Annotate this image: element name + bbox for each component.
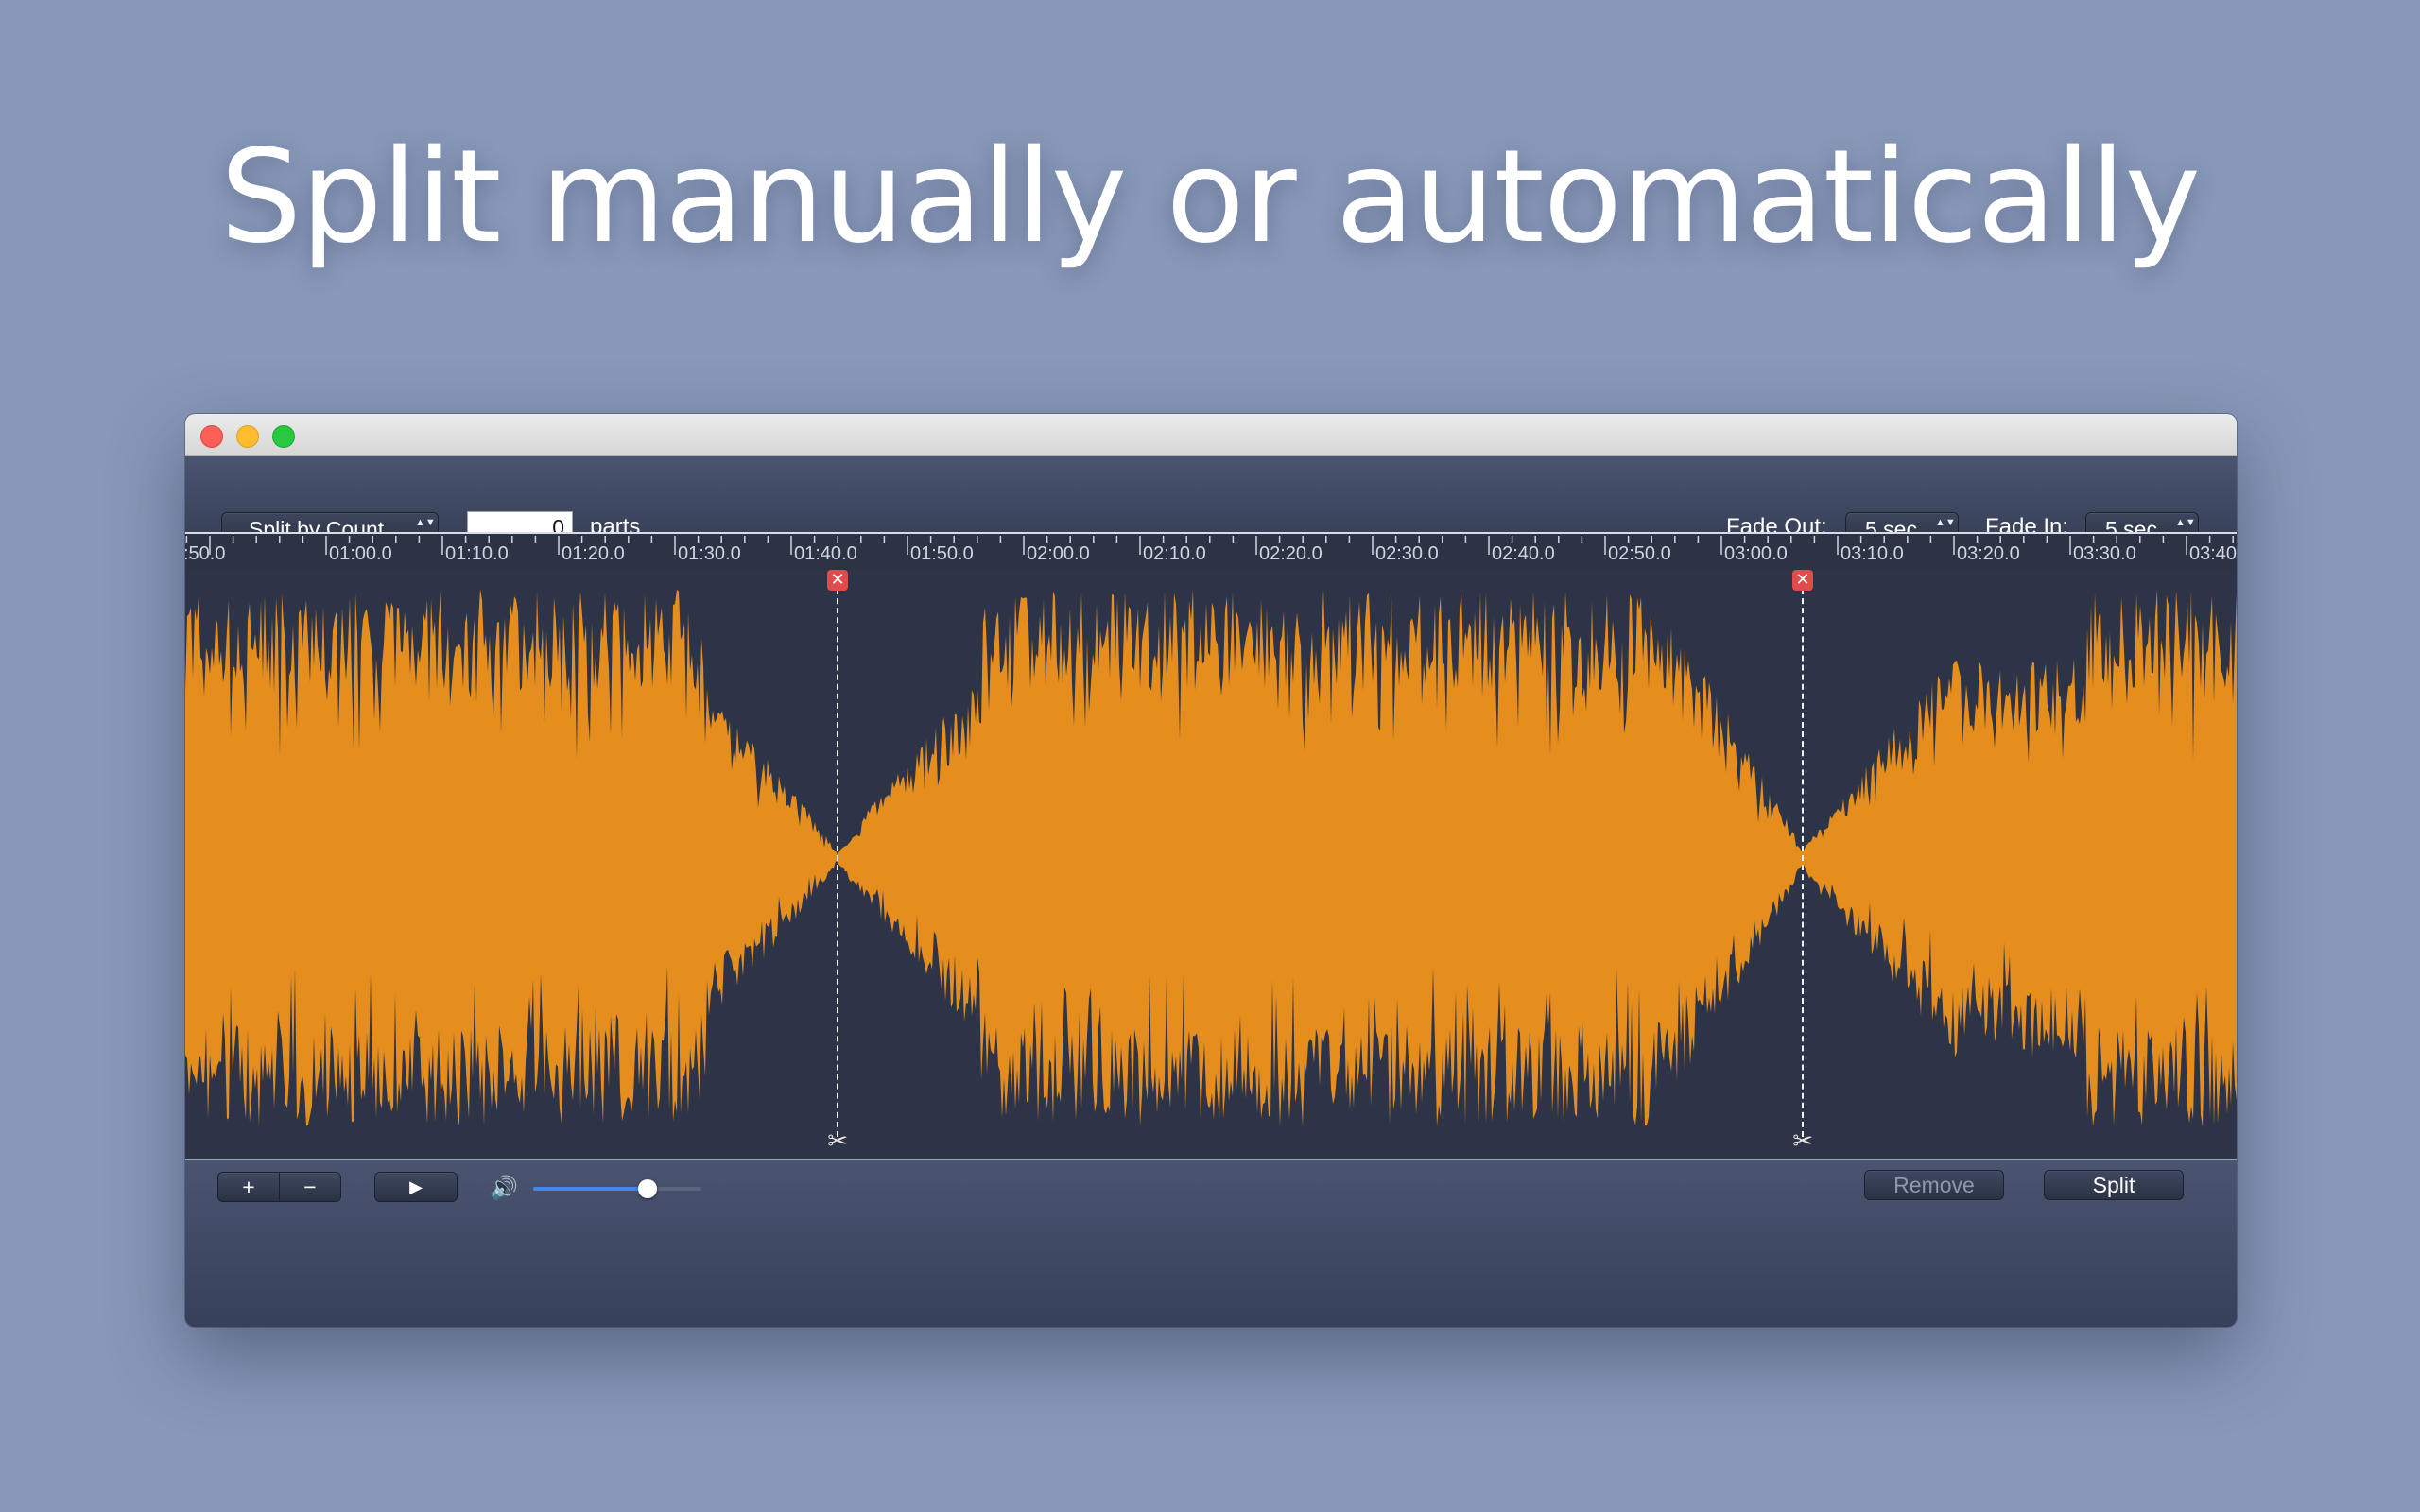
split-marker[interactable]: ✕ ✂ xyxy=(1784,570,1822,1159)
split-button[interactable]: Split xyxy=(2044,1170,2184,1200)
scissors-icon[interactable]: ✂ xyxy=(824,1127,851,1156)
ruler-tick-label: 02:50.0 xyxy=(1608,543,1671,564)
minimize-window-button[interactable] xyxy=(236,425,259,448)
time-ruler[interactable]: :50.0 01:00.0 01:10.0 01:20.0 01:30.0 01:40.0… xyxy=(185,532,2237,572)
ruler-tick-label: 03:20.0 xyxy=(1957,543,2020,564)
ruler-tick-label: 03:00.0 xyxy=(1724,543,1788,564)
ruler-tick-label: 03:30.0 xyxy=(2073,543,2136,564)
zoom-window-button[interactable] xyxy=(272,425,295,448)
ruler-tick-label: 01:10.0 xyxy=(445,543,509,564)
ruler-tick-label: 02:20.0 xyxy=(1259,543,1322,564)
waveform xyxy=(185,589,2237,1127)
ruler-tick-label: 01:50.0 xyxy=(910,543,974,564)
ruler-tick-label: 03:40.0 xyxy=(2189,543,2237,564)
ruler-tick-label: 02:10.0 xyxy=(1143,543,1206,564)
split-line xyxy=(1802,589,1805,1137)
play-button[interactable]: ▶ xyxy=(374,1172,458,1202)
split-line xyxy=(837,589,839,1137)
remove-split-icon[interactable]: ✕ xyxy=(1792,570,1814,591)
zoom-out-button[interactable]: − xyxy=(279,1172,341,1202)
headline: Split manually or automatically xyxy=(219,123,2201,272)
volume-slider-knob[interactable] xyxy=(638,1179,658,1198)
ruler-tick-label: 02:00.0 xyxy=(1027,543,1090,564)
app-window: Split by Count ▲▼ 0 parts Fade Out: 5 se… xyxy=(185,414,2237,1327)
zoom-in-button[interactable]: + xyxy=(217,1172,280,1202)
remove-button[interactable]: Remove xyxy=(1864,1170,2004,1200)
scissors-icon[interactable]: ✂ xyxy=(1789,1127,1816,1156)
ruler-tick-label: 01:20.0 xyxy=(562,543,625,564)
volume-slider[interactable] xyxy=(533,1179,701,1198)
waveform-path xyxy=(185,589,2237,1127)
ruler-tick-label: 03:10.0 xyxy=(1841,543,1904,564)
title-bar xyxy=(185,414,2237,456)
bottom-bar: + − ▶ 🔊 Remove Split xyxy=(185,1159,2237,1327)
ruler-tick-label: 02:40.0 xyxy=(1492,543,1555,564)
remove-split-icon[interactable]: ✕ xyxy=(827,570,849,591)
volume-icon: 🔊 xyxy=(490,1175,518,1201)
ruler-tick-label: 01:30.0 xyxy=(678,543,741,564)
close-window-button[interactable] xyxy=(200,425,223,448)
ruler-tick-label: :50.0 xyxy=(185,543,226,564)
ruler-tick-label: 02:30.0 xyxy=(1375,543,1439,564)
ruler-tick-label: 01:40.0 xyxy=(794,543,857,564)
toolbar: Split by Count ▲▼ 0 parts Fade Out: 5 se… xyxy=(185,456,2237,544)
waveform-view[interactable]: ✕ ✂ ✕ ✂ xyxy=(185,570,2237,1159)
ruler-tick-label: 01:00.0 xyxy=(329,543,392,564)
split-marker[interactable]: ✕ ✂ xyxy=(819,570,856,1159)
volume-slider-fill xyxy=(533,1187,648,1191)
